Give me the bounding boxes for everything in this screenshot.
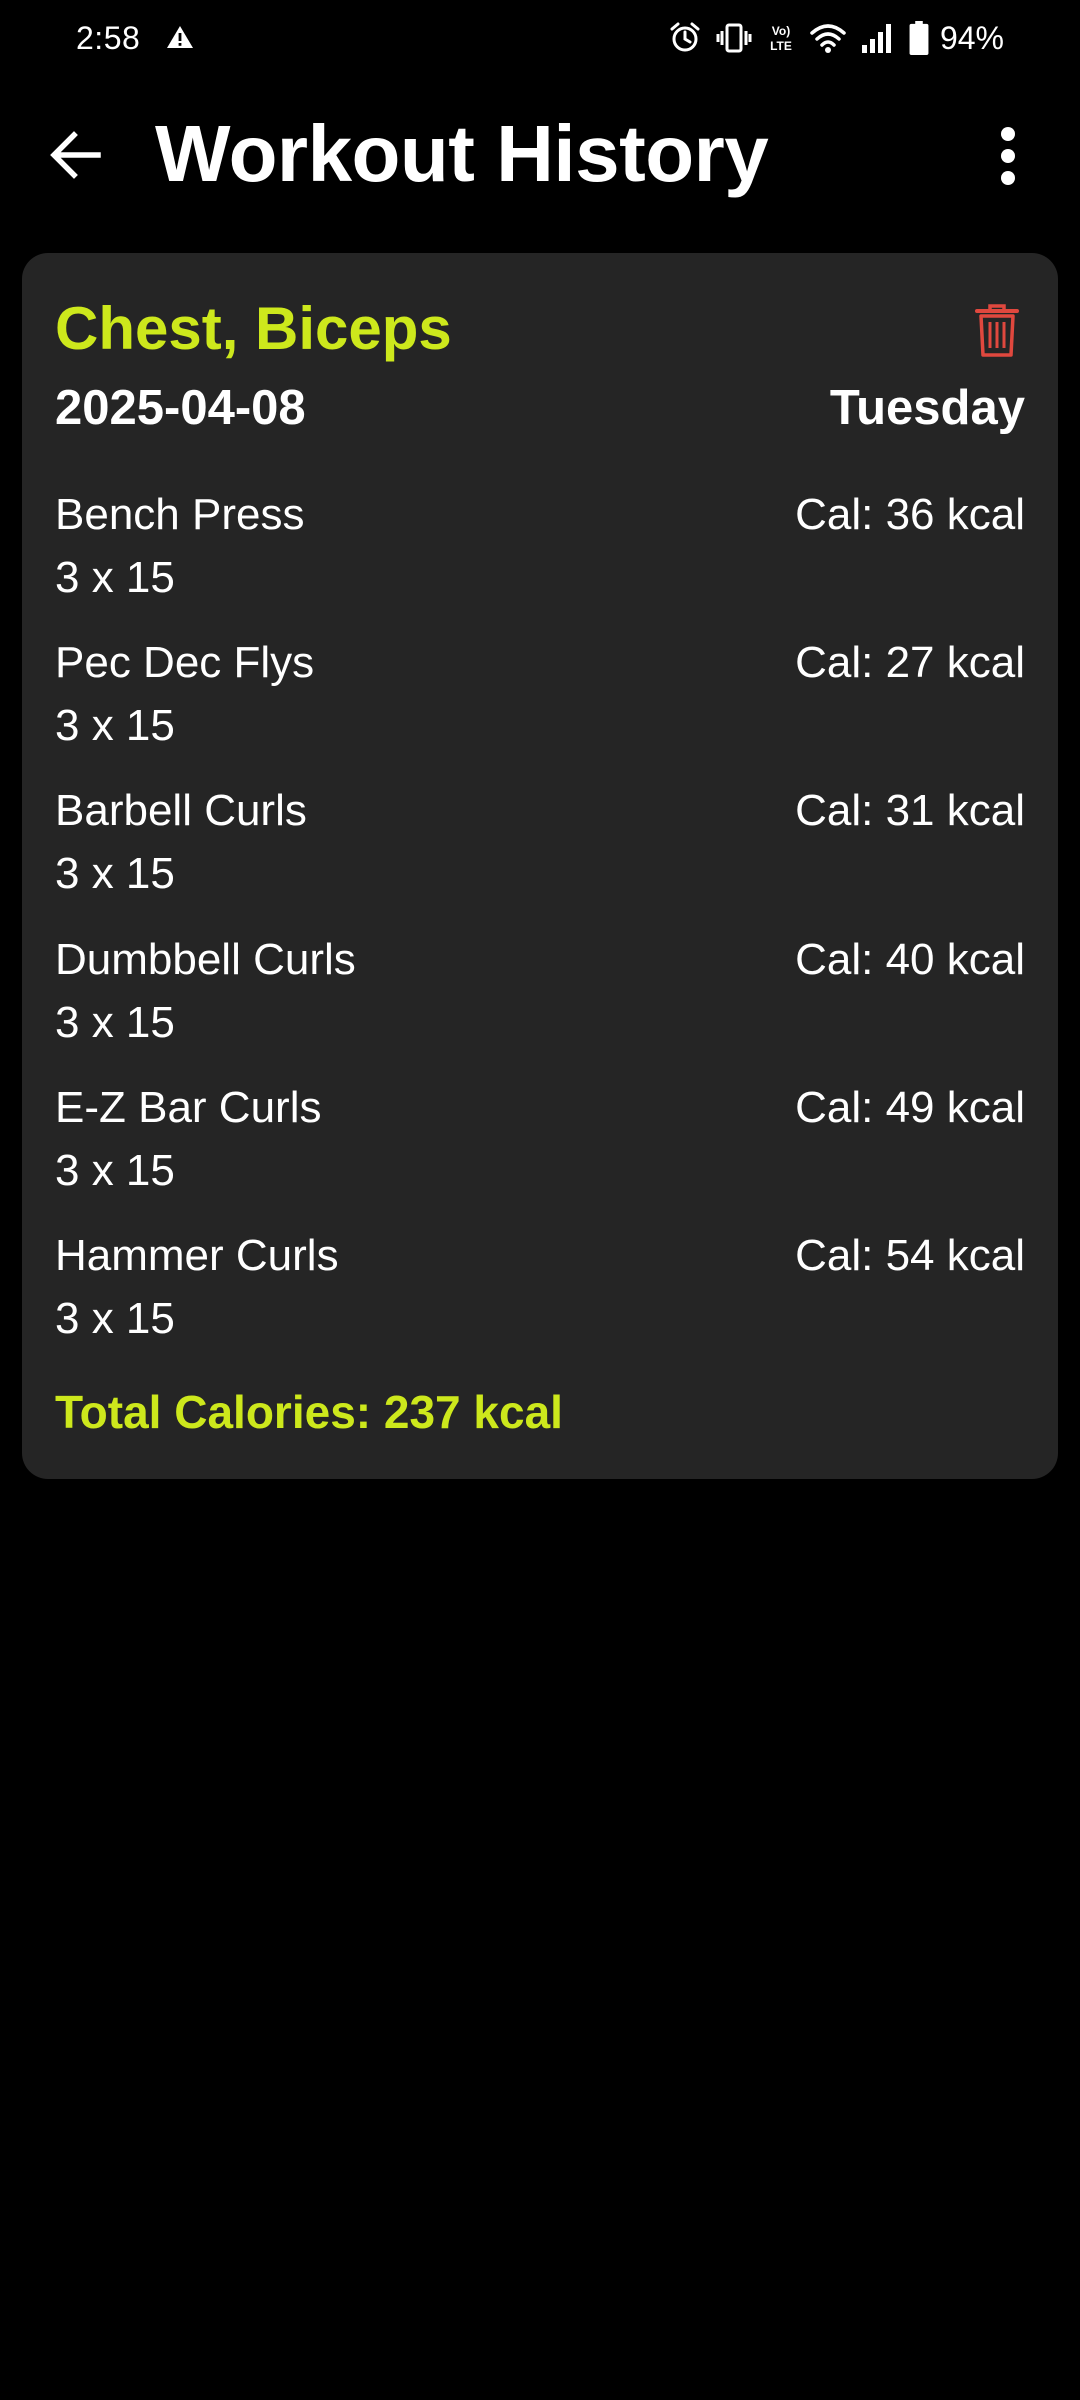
workout-card[interactable]: Chest, Biceps 2025-04-08 Tuesday Bench P… [22,253,1058,1479]
status-bar: 2:58 Vo) LTE 94% [0,0,1080,78]
battery-icon [909,21,929,55]
alarm-icon [670,22,700,52]
exercise-name: E-Z Bar Curls [55,1083,322,1132]
exercise-sets: 3 x 15 [55,849,175,898]
workout-day: Tuesday [829,381,1025,435]
exercise-calories: Cal: 27 kcal [795,638,1025,687]
workout-date: 2025-04-08 [55,381,306,435]
exercise-calories: Cal: 40 kcal [795,935,1025,984]
exercise-calories: Cal: 36 kcal [795,490,1025,539]
battery-percent: 94% [939,20,1004,56]
workout-history-screen: 2:58 Vo) LTE 94% Workout History Chest, … [0,0,1080,2400]
status-icons: Vo) LTE 94% [654,16,1004,60]
signal-icon [861,24,891,53]
delete-button[interactable] [969,301,1025,361]
exercise-sets: 3 x 15 [55,1294,175,1343]
exercise-name: Hammer Curls [55,1231,339,1280]
trash-icon [975,304,1019,357]
exercise-row: E-Z Bar Curls Cal: 49 kcal 3 x 15 [55,1078,1025,1218]
vibrate-icon [716,23,752,53]
exercise-row: Bench Press Cal: 36 kcal 3 x 15 [55,485,1025,625]
exercise-name: Barbell Curls [55,786,307,835]
total-calories: Total Calories: 237 kcal [55,1386,563,1438]
exercise-calories: Cal: 54 kcal [795,1231,1025,1280]
exercise-name: Bench Press [55,490,305,539]
exercise-row: Dumbbell Curls Cal: 40 kcal 3 x 15 [55,930,1025,1070]
wifi-icon [810,24,846,53]
exercise-calories: Cal: 31 kcal [795,786,1025,835]
exercise-row: Hammer Curls Cal: 54 kcal 3 x 15 [55,1226,1025,1366]
exercise-sets: 3 x 15 [55,553,175,602]
status-time: 2:58 [76,20,141,56]
exercise-name: Dumbbell Curls [55,935,356,984]
svg-text:Vo): Vo) [772,24,790,38]
exercise-sets: 3 x 15 [55,998,175,1047]
exercise-row: Pec Dec Flys Cal: 27 kcal 3 x 15 [55,633,1025,773]
workout-title: Chest, Biceps [55,295,452,362]
exercise-name: Pec Dec Flys [55,638,315,687]
app-bar: Workout History [0,78,1080,230]
back-button[interactable] [40,119,112,191]
page-title: Workout History [155,109,769,198]
more-vert-icon [1001,127,1015,185]
exercise-sets: 3 x 15 [55,701,175,750]
alert-icon [167,26,193,48]
svg-text:LTE: LTE [770,39,792,53]
exercise-calories: Cal: 49 kcal [795,1083,1025,1132]
arrow-back-icon [50,131,101,179]
overflow-menu-button[interactable] [972,116,1044,196]
exercise-sets: 3 x 15 [55,1146,175,1195]
exercise-row: Barbell Curls Cal: 31 kcal 3 x 15 [55,781,1025,921]
volte-icon: Vo) LTE [770,24,792,53]
